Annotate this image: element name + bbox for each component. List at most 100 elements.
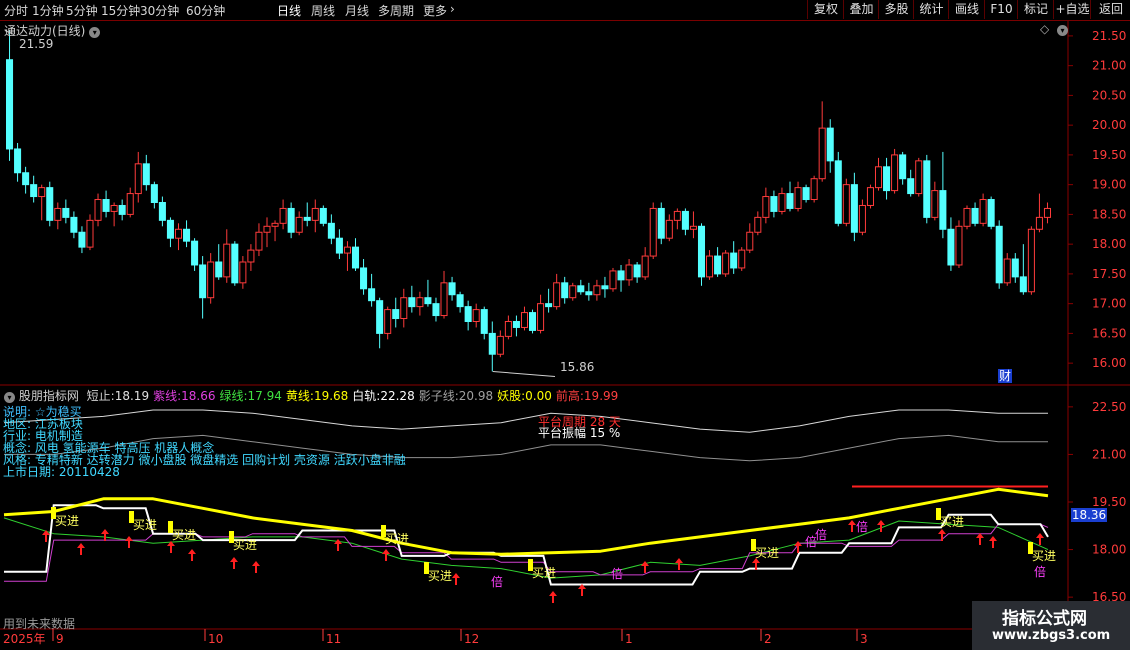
indicator-y-tick-label: 21.00 <box>1092 447 1126 461</box>
toolbar-button-8[interactable]: 返回 <box>1090 0 1130 19</box>
main-panel-title: 通达动力(日线) <box>4 24 86 38</box>
double-signal-label: 倍 <box>856 519 868 534</box>
period-tab-1[interactable]: 1分钟 <box>32 2 64 19</box>
toolbar-button-7[interactable]: +自选 <box>1053 0 1091 19</box>
candle <box>529 309 537 334</box>
toolbar-button-1[interactable]: 叠加 <box>843 0 879 19</box>
toolbar-button-5[interactable]: F10 <box>984 0 1018 19</box>
chevron-down-icon[interactable]: ▾ <box>4 392 15 403</box>
indicator-value-0: 18.19 <box>114 389 150 403</box>
main-y-tick-label: 20.50 <box>1092 88 1126 102</box>
period-tab-2[interactable]: 5分钟 <box>66 2 98 19</box>
month-label: 10 <box>208 632 223 646</box>
info-line-5: 上市日期: 20110428 <box>3 465 120 479</box>
period-tab-6[interactable]: 日线 <box>277 2 301 19</box>
main-y-tick-label: 16.00 <box>1092 356 1126 370</box>
double-signal-label: 倍 <box>611 566 623 581</box>
month-label: 9 <box>56 632 64 646</box>
candle <box>995 220 1003 289</box>
platform-amplitude: 平台振幅 15 % <box>538 426 621 440</box>
indicator-label-7: 前高: <box>555 389 584 403</box>
candle <box>891 148 899 194</box>
candle <box>657 202 665 245</box>
indicator-label-5: 影子线: <box>418 389 459 403</box>
chevron-right-icon[interactable]: › <box>450 2 455 16</box>
month-label: 11 <box>326 632 341 646</box>
period-tab-3[interactable]: 15分钟 <box>101 2 140 19</box>
main-y-tick-label: 18.00 <box>1092 237 1126 251</box>
buy-signal-label: 买进 <box>755 546 779 560</box>
toolbar-button-6[interactable]: 标记 <box>1017 0 1054 19</box>
double-signal-label: 倍 <box>1034 564 1046 579</box>
chevron-down-icon[interactable]: ▾ <box>89 27 101 38</box>
indicator-value-6: 0.00 <box>525 389 552 403</box>
finance-badge[interactable]: 财 <box>998 369 1012 383</box>
candle <box>1027 226 1035 295</box>
candle <box>569 282 577 301</box>
candle <box>923 154 931 224</box>
candle <box>842 178 850 227</box>
month-label: 12 <box>464 632 479 646</box>
watermark-url: www.zbgs3.com <box>992 628 1111 643</box>
buy-signal-label: 买进 <box>133 518 157 532</box>
indicator-label-2: 绿线: <box>219 389 248 403</box>
indicator-title: 股朋指标网 <box>18 389 79 403</box>
indicator-label-0: 短止: <box>86 389 115 403</box>
candle <box>722 250 730 277</box>
candle <box>866 184 874 209</box>
toolbar-button-0[interactable]: 复权 <box>807 0 844 19</box>
current-value-badge: 18.36 <box>1071 508 1107 522</box>
main-y-tick-label: 16.50 <box>1092 326 1126 340</box>
indicator-value-2: 17.94 <box>247 389 282 403</box>
watermark-logo: 指标公式网 www.zbgs3.com <box>972 601 1130 650</box>
period-tab-5[interactable]: 60分钟 <box>186 2 225 19</box>
indicator-value-5: 20.98 <box>458 389 494 403</box>
diamond-icon[interactable]: ◇ <box>1040 22 1049 36</box>
toolbar-button-3[interactable]: 统计 <box>913 0 949 19</box>
indicator-label-6: 妖股: <box>497 389 526 403</box>
indicator-value-1: 18.66 <box>181 389 216 403</box>
main-y-tick-label: 20.00 <box>1092 118 1126 132</box>
month-label: 2 <box>764 632 772 646</box>
candle <box>834 151 842 227</box>
period-tab-7[interactable]: 周线 <box>311 2 335 19</box>
period-tab-9[interactable]: 多周期 <box>378 2 414 19</box>
candle <box>649 202 657 260</box>
main-y-tick-label: 17.50 <box>1092 267 1126 281</box>
indicator-y-tick-label: 18.00 <box>1092 543 1126 557</box>
candle <box>46 181 54 227</box>
period-tab-0[interactable]: 分时 <box>4 2 28 19</box>
buy-signal-label: 买进 <box>172 528 196 542</box>
indicator-label-3: 黄线: <box>285 389 314 403</box>
toolbar-button-4[interactable]: 画线 <box>948 0 985 19</box>
main-y-tick-label: 21.00 <box>1092 59 1126 73</box>
year-label: 2025年 <box>3 632 46 646</box>
low-price-label: 15.86 <box>560 360 595 374</box>
main-y-tick-label: 18.50 <box>1092 207 1126 221</box>
indicator-value-7: 19.99 <box>583 389 619 403</box>
indicator-label-4: 白轨: <box>352 389 381 403</box>
buy-signal-label: 买进 <box>55 514 79 528</box>
toolbar-button-2[interactable]: 多股 <box>878 0 914 19</box>
indicator-value-4: 22.28 <box>380 389 415 403</box>
candle <box>987 196 995 230</box>
candle <box>963 205 971 230</box>
double-signal-label: 倍 <box>491 574 503 589</box>
double-signal-label: 倍 <box>815 527 827 542</box>
indicator-value-3: 19.68 <box>313 389 349 403</box>
period-tab-4[interactable]: 30分钟 <box>140 2 179 19</box>
high-price-label: 21.59 <box>19 37 54 51</box>
stock-chart[interactable]: 21.5021.0020.5020.0019.5019.0018.5018.00… <box>0 21 1130 650</box>
buy-signal-label: 买进 <box>940 515 964 529</box>
collapse-panel-icon[interactable]: ▾ <box>1057 22 1068 36</box>
month-label: 1 <box>625 632 633 646</box>
candle <box>319 205 327 227</box>
main-y-tick-label: 17.00 <box>1092 297 1126 311</box>
main-y-tick-label: 21.50 <box>1092 29 1126 43</box>
buy-signal-label: 买进 <box>428 569 452 583</box>
period-tab-8[interactable]: 月线 <box>345 2 369 19</box>
period-tab-10[interactable]: 更多 <box>423 2 447 19</box>
candle <box>609 267 617 292</box>
candle <box>738 247 746 271</box>
future-data-note: 用到未来数据 <box>3 617 76 631</box>
